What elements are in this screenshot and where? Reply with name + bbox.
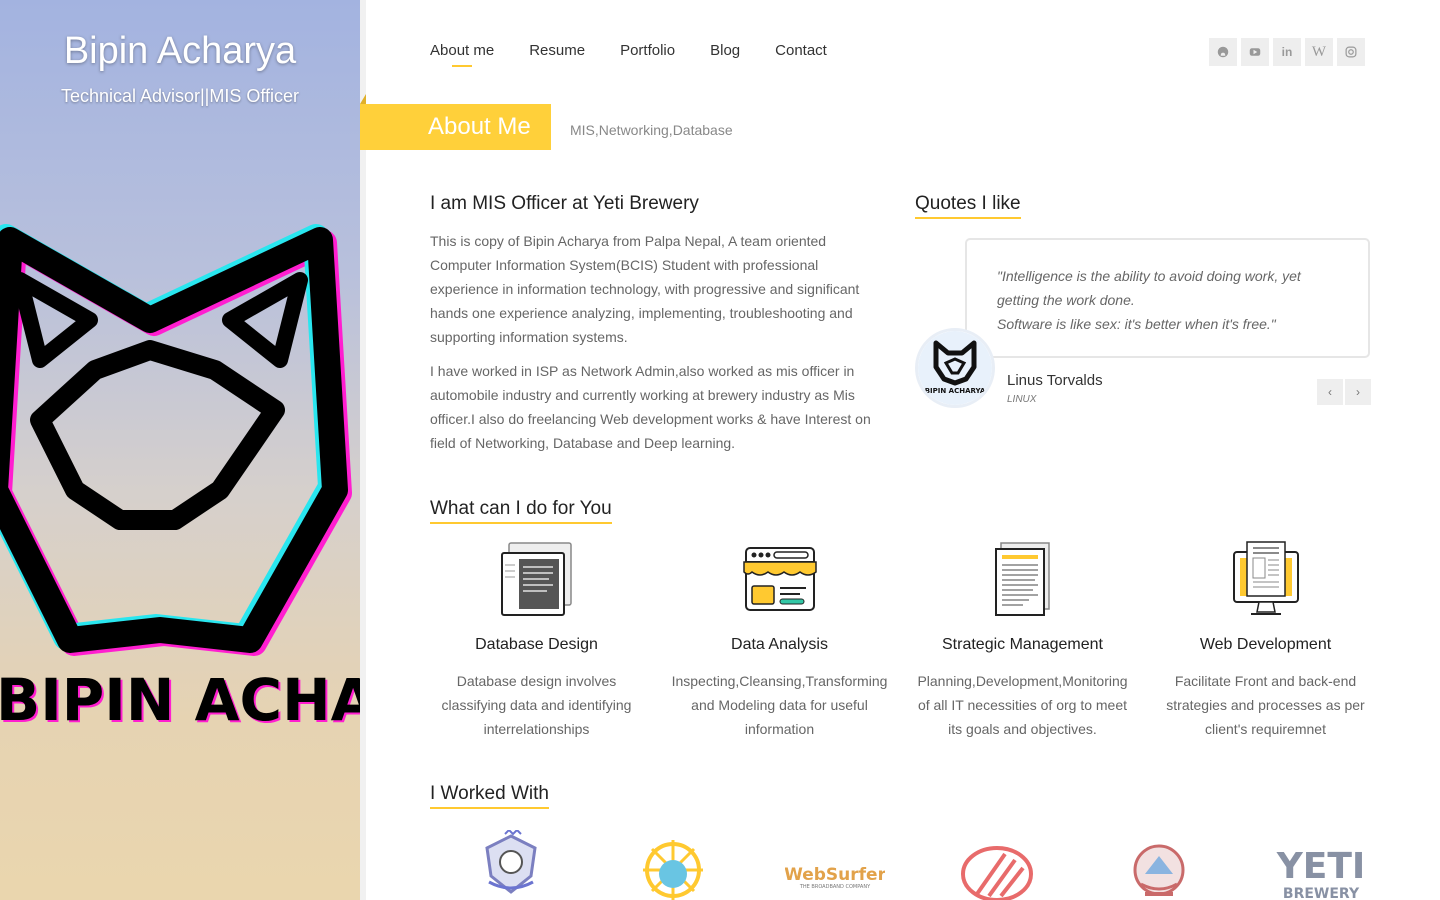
page-subtitle: MIS,Networking,Database: [570, 122, 733, 138]
nav-portfolio[interactable]: Portfolio: [620, 42, 675, 67]
client-logo-yeti-brewery[interactable]: YETI BREWERY: [1240, 830, 1402, 900]
quotes-heading-text: Quotes I like: [915, 193, 1021, 219]
services-list: Database Design Database design involves…: [415, 540, 1387, 741]
linkedin-icon[interactable]: in: [1273, 38, 1301, 66]
clients-heading-text: I Worked With: [430, 783, 549, 809]
strategic-management-icon: [901, 540, 1144, 618]
fox-avatar-icon: BIPIN ACHARYA: [918, 331, 992, 405]
page-title: About Me: [428, 113, 531, 140]
about-paragraph: I have worked in ISP as Network Admin,al…: [430, 363, 871, 451]
ribbon-fold: [360, 94, 366, 104]
service-desc: Facilitate Front and back-end strategies…: [1166, 673, 1365, 737]
chevron-right-icon[interactable]: ›: [1345, 379, 1371, 405]
service-desc: Database design involves classifying dat…: [441, 673, 632, 737]
service-desc: Inspecting,Cleansing,Transforming and Mo…: [671, 673, 888, 737]
quote-company: LINUX: [1007, 394, 1037, 405]
websurfer-logo-text: WebSurfer: [785, 865, 885, 885]
database-design-icon: [415, 540, 658, 618]
nav-about-me[interactable]: About me: [430, 42, 494, 67]
quote-carousel-nav: ‹ ›: [1315, 379, 1371, 405]
sidebar-logo-text-main: BIPIN ACHARYA: [0, 666, 360, 734]
service-title: Strategic Management: [942, 636, 1103, 653]
quote-author: Linus Torvalds: [1007, 372, 1103, 389]
nav-contact[interactable]: Contact: [775, 42, 827, 67]
web-development-icon: [1144, 540, 1387, 618]
websurfer-tagline: THE BROADBAND COMPANY: [799, 884, 871, 890]
quote-avatar: BIPIN ACHARYA: [915, 328, 995, 408]
site-owner-name: Bipin Acharya: [63, 30, 297, 72]
nav-resume[interactable]: Resume: [529, 42, 585, 67]
clients-heading: I Worked With: [430, 783, 549, 809]
quote-line: "Intelligence is the ability to avoid do…: [997, 268, 1301, 308]
service-card: Database Design Database design involves…: [415, 540, 658, 741]
site-owner-role: Technical Advisor||MIS Officer: [60, 86, 300, 106]
yeti-logo-sub: BREWERY: [1283, 886, 1360, 900]
clients-list: WebSurfer THE BROADBAND COMPANY YETI BRE…: [430, 830, 1402, 900]
service-card: Data Analysis Inspecting,Cleansing,Trans…: [658, 540, 901, 741]
service-title: Web Development: [1199, 636, 1332, 653]
instagram-icon[interactable]: [1337, 38, 1365, 66]
client-logo-mountain-fc[interactable]: [430, 830, 592, 900]
nav-blog[interactable]: Blog: [710, 42, 740, 67]
services-heading-text: What can I do for You: [430, 498, 612, 524]
service-desc: Planning,Development,Monitoring of all I…: [917, 673, 1128, 737]
client-logo-mahindra[interactable]: [916, 830, 1078, 900]
chevron-left-icon[interactable]: ‹: [1317, 379, 1343, 405]
client-logo-mustang[interactable]: [592, 830, 754, 900]
service-title: Database Design: [475, 636, 598, 653]
quote-line: Software is like sex: it's better when i…: [997, 316, 1276, 332]
about-paragraph: This is copy of Bipin Acharya from Palpa…: [430, 233, 860, 345]
about-heading: I am MIS Officer at Yeti Brewery: [430, 193, 699, 214]
wikipedia-icon[interactable]: W: [1305, 38, 1333, 66]
github-icon[interactable]: [1209, 38, 1237, 66]
quote-box: "Intelligence is the ability to avoid do…: [965, 238, 1370, 358]
yeti-logo-text: YETI: [1276, 846, 1366, 887]
quotes-heading: Quotes I like: [915, 193, 1021, 219]
services-heading: What can I do for You: [430, 498, 612, 524]
service-card: Strategic Management Planning,Developmen…: [901, 540, 1144, 741]
fox-logo: BIPIN ACHARYA BIPIN ACHARYA: [0, 224, 360, 736]
main-nav: About me Resume Portfolio Blog Contact: [430, 42, 862, 67]
social-links: in W: [1209, 38, 1369, 66]
youtube-icon[interactable]: [1241, 38, 1269, 66]
avatar-logo-text: BIPIN ACHARYA: [925, 387, 986, 395]
sidebar: Bipin Acharya Technical Advisor||MIS Off…: [0, 0, 360, 900]
service-card: Web Development Facilitate Front and bac…: [1144, 540, 1387, 741]
data-analysis-icon: [658, 540, 901, 618]
client-logo-nepal-government[interactable]: [1078, 830, 1240, 900]
client-logo-websurfer[interactable]: WebSurfer THE BROADBAND COMPANY: [754, 830, 916, 900]
about-text: This is copy of Bipin Acharya from Palpa…: [430, 229, 880, 465]
service-title: Data Analysis: [731, 636, 828, 653]
